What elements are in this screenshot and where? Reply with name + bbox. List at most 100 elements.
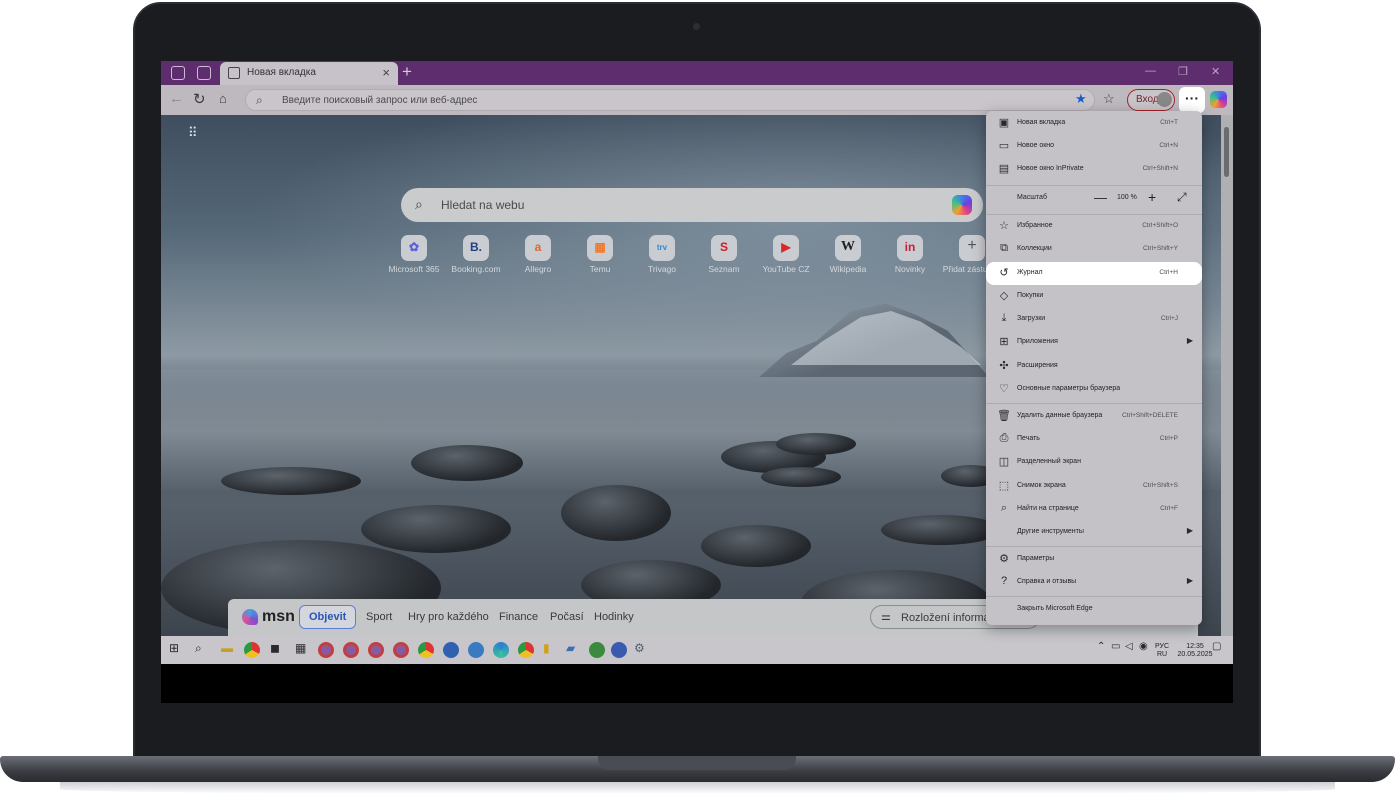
minimize-icon[interactable]: — — [1145, 65, 1156, 77]
menu-item-new-tab[interactable]: ▣ Новая вкладка Ctrl+T — [986, 112, 1202, 135]
temu-icon: ▦ — [587, 235, 613, 261]
msn-tab-finance[interactable]: Finance — [499, 611, 538, 623]
copilot-icon[interactable] — [952, 195, 972, 215]
msn-tab-sport[interactable]: Sport — [366, 611, 392, 623]
app-icon[interactable] — [393, 642, 409, 658]
menu-divider — [986, 596, 1202, 597]
quick-link-temu[interactable]: ▦ Temu — [569, 235, 631, 274]
settings-and-more-button[interactable]: ··· — [1179, 87, 1205, 113]
menu-item-favorites[interactable]: ☆ Избранное Ctrl+Shift+O — [986, 215, 1202, 238]
quick-link-label: Booking.com — [451, 264, 501, 274]
menu-item-downloads[interactable]: ⤓ Загрузки Ctrl+J — [986, 308, 1202, 331]
tab-actions-icon[interactable] — [197, 66, 211, 80]
quick-link-booking[interactable]: B. Booking.com — [445, 235, 507, 274]
chrome-icon[interactable] — [244, 642, 260, 658]
tray-chevron-icon[interactable]: ⌃ — [1097, 641, 1105, 652]
quick-link-youtube[interactable]: ▶ YouTube CZ — [755, 235, 817, 274]
favorite-star-icon[interactable]: ★ — [1075, 91, 1087, 107]
menu-item-label: Снимок экрана — [1017, 482, 1066, 489]
app-icon[interactable] — [443, 642, 459, 658]
quick-link-allegro[interactable]: a Allegro — [507, 235, 569, 274]
app-icon[interactable]: ◼ — [270, 641, 280, 655]
menu-item-clear-data[interactable]: 🗑 Удалить данные браузера Ctrl+Shift+DEL… — [986, 405, 1202, 428]
download-icon: ⤓ — [1001, 312, 1007, 324]
quick-link-microsoft-365[interactable]: ✿ Microsoft 365 — [383, 235, 445, 274]
favorites-list-icon[interactable]: ☆ — [1103, 91, 1115, 107]
network-icon[interactable]: ▭ — [1111, 641, 1120, 652]
apps-launcher-icon[interactable]: ⠿ — [188, 126, 199, 139]
background-rock — [776, 433, 856, 455]
menu-item-history[interactable]: ↺ Журнал Ctrl+H — [986, 262, 1202, 285]
tray-app-icon[interactable]: ◉ — [1139, 641, 1148, 652]
page-scrollbar[interactable] — [1221, 115, 1233, 636]
msn-tab-objevit[interactable]: Objevit — [299, 605, 357, 629]
browser-essentials-icon: ♡ — [999, 383, 1009, 395]
edge-icon[interactable] — [493, 642, 509, 658]
scroll-thumb[interactable] — [1224, 127, 1229, 177]
new-tab-icon: ▣ — [998, 117, 1010, 129]
fullscreen-icon[interactable]: ⤢ — [1177, 190, 1187, 205]
menu-item-close-edge[interactable]: Закрыть Microsoft Edge — [986, 598, 1202, 621]
menu-item-settings[interactable]: ⚙ Параметры — [986, 548, 1202, 571]
tab-new-tab[interactable]: Новая вкладка × — [220, 62, 398, 85]
app-icon[interactable] — [318, 642, 334, 658]
msn-tab-hry[interactable]: Hry pro každého — [408, 611, 489, 623]
close-window-icon[interactable]: ✕ — [1211, 65, 1220, 78]
clock[interactable]: 12:35 20.05.2025 — [1175, 643, 1215, 659]
zoom-level: 100 % — [1117, 194, 1137, 201]
back-icon[interactable]: ← — [169, 90, 184, 107]
language-indicator[interactable]: РУС RU — [1151, 643, 1173, 659]
app-icon[interactable] — [611, 642, 627, 658]
app-icon[interactable]: ▰ — [566, 641, 575, 655]
menu-item-browser-essentials[interactable]: ♡ Основные параметры браузера — [986, 378, 1202, 401]
copilot-icon[interactable] — [1210, 91, 1227, 108]
app-icon[interactable] — [343, 642, 359, 658]
zoom-in-button[interactable]: + — [1148, 189, 1156, 205]
menu-item-shopping[interactable]: ◇ Покупки — [986, 285, 1202, 308]
quick-link-seznam[interactable]: S Seznam — [693, 235, 755, 274]
msn-tab-hodinky[interactable]: Hodinky — [594, 611, 634, 623]
start-icon[interactable]: ⊞ — [169, 641, 179, 655]
menu-item-print[interactable]: ⎙ Печать Ctrl+P — [986, 428, 1202, 451]
chrome-icon[interactable] — [418, 642, 434, 658]
quick-link-wikipedia[interactable]: W Wikipedia — [817, 235, 879, 274]
booking-icon: B. — [463, 235, 489, 261]
quick-link-trivago[interactable]: trv Trivago — [631, 235, 693, 274]
new-tab-button[interactable]: + — [402, 62, 412, 82]
quick-link-label: YouTube CZ — [762, 264, 810, 274]
restore-icon[interactable]: ❐ — [1178, 65, 1188, 78]
new-window-icon: ▭ — [998, 140, 1010, 152]
msn-logo[interactable]: msn — [242, 608, 295, 626]
menu-item-inprivate[interactable]: ▤ Новое окно InPrivate Ctrl+Shift+N — [986, 158, 1202, 181]
menu-item-screenshot[interactable]: ⬚ Снимок экрана Ctrl+Shift+S — [986, 475, 1202, 498]
taskbar-search-icon[interactable]: ⌕ — [195, 641, 202, 656]
menu-item-find[interactable]: ⌕ Найти на странице Ctrl+F — [986, 498, 1202, 521]
refresh-icon[interactable]: ↻ — [193, 90, 206, 108]
home-icon[interactable]: ⌂ — [219, 91, 227, 106]
menu-item-collections[interactable]: ⧉ Коллекции Ctrl+Shift+Y — [986, 238, 1202, 261]
menu-item-split-screen[interactable]: ◫ Разделенный экран — [986, 451, 1202, 474]
chrome-icon[interactable] — [518, 642, 534, 658]
menu-item-help[interactable]: ? Справка и отзывы ▶ — [986, 571, 1202, 594]
app-icon[interactable] — [368, 642, 384, 658]
app-icon[interactable] — [468, 642, 484, 658]
volume-icon[interactable]: ◁ — [1125, 641, 1133, 652]
web-search-input[interactable]: ⌕ Hledat na webu — [401, 188, 983, 222]
menu-item-apps[interactable]: ⊞ Приложения ▶ — [986, 331, 1202, 354]
tab-close-icon[interactable]: × — [382, 65, 390, 80]
zoom-out-button[interactable]: — — [1094, 190, 1107, 205]
app-icon[interactable]: ⚙ — [634, 641, 645, 655]
menu-item-new-window[interactable]: ▭ Новое окно Ctrl+N — [986, 135, 1202, 158]
app-icon[interactable] — [589, 642, 605, 658]
signin-button[interactable]: Вход — [1127, 89, 1175, 111]
menu-item-extensions[interactable]: ✣ Расширения — [986, 355, 1202, 378]
msn-tab-pocasi[interactable]: Počasí — [550, 611, 584, 623]
quick-link-novinky[interactable]: in Novinky — [879, 235, 941, 274]
notifications-icon[interactable]: ▢ — [1212, 641, 1221, 652]
workspaces-icon[interactable] — [171, 66, 185, 80]
calculator-icon[interactable]: ▦ — [295, 641, 306, 655]
file-explorer-icon[interactable]: ▬ — [221, 641, 233, 655]
app-icon[interactable]: ▮ — [543, 641, 550, 655]
menu-item-more-tools[interactable]: Другие инструменты ▶ — [986, 521, 1202, 544]
address-bar[interactable]: ⌕ Введите поисковый запрос или веб-адрес — [245, 89, 1095, 111]
